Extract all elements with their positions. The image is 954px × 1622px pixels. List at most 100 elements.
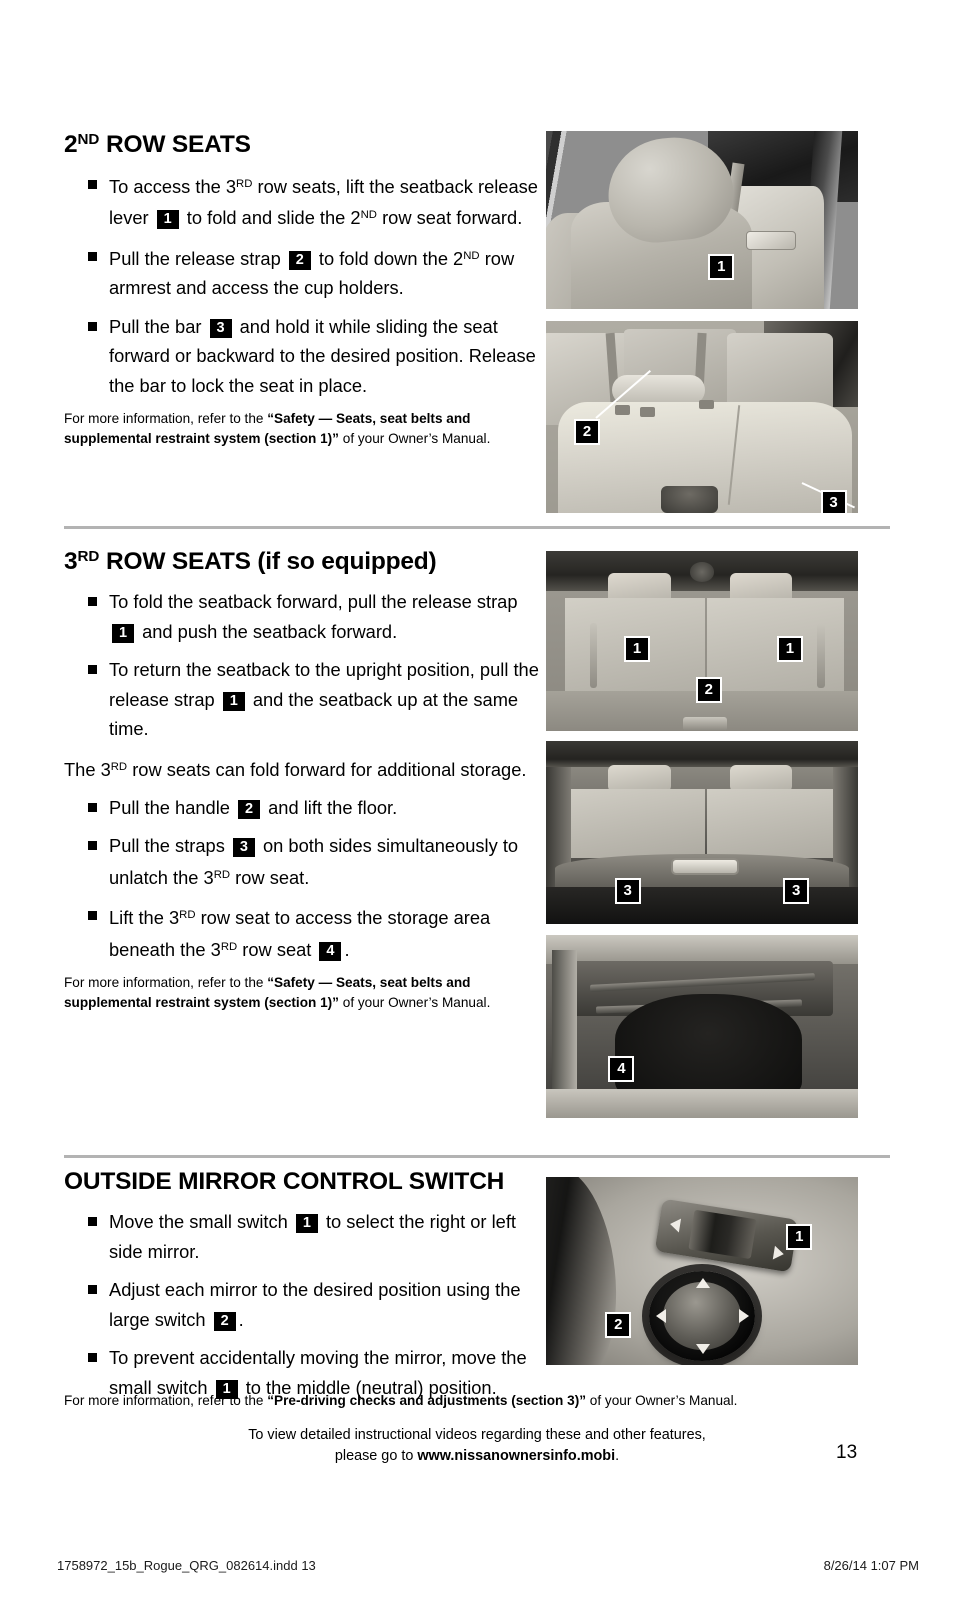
photo-3rd-row-seats: 1 1 2 [546, 551, 858, 731]
callout-chip-2: 2 [213, 1311, 236, 1331]
rear-window-area [546, 741, 858, 767]
callout-1-right: 1 [776, 635, 803, 662]
video-note-prefix: please go to [334, 1448, 418, 1464]
print-timestamp: 8/26/14 1:07 PM [823, 1558, 919, 1573]
bullet-text: To return the seatback to the upright po… [109, 659, 539, 739]
note-tail: of your Owner’s Manual. [338, 430, 491, 446]
note-lead: For more information, refer to the [64, 1393, 268, 1408]
photo-2nd-row-seatback: 1 [546, 131, 858, 309]
bullet-text: Pull the handle 2 and lift the floor. [109, 796, 398, 819]
bullet-text: Pull the straps 3 on both sides simultan… [109, 835, 519, 888]
title-text: OUTSIDE MIRROR CONTROL SWITCH [64, 1168, 505, 1195]
title-ordinal: ND [77, 131, 100, 149]
photo-mirror-switch: 1 2 [546, 1177, 858, 1365]
bullet-text: Adjust each mirror to the desired positi… [109, 1279, 521, 1331]
floor-handle [670, 858, 740, 875]
bullet-square-icon [88, 597, 97, 606]
callout-3-left: 3 [614, 878, 641, 905]
list-item: Pull the release strap 2 to fold down th… [64, 242, 544, 303]
section-outside-mirror-control-switch: OUTSIDE MIRROR CONTROL SWITCH Move the s… [64, 1168, 554, 1411]
bullet-square-icon [88, 1285, 97, 1294]
bullet-text: Lift the 3RD row seat to access the stor… [109, 907, 491, 961]
latch-anchor-mid [639, 407, 656, 417]
title-prefix: 2 [64, 131, 78, 158]
note-bold-reference: “Pre-driving checks and adjustments (sec… [267, 1393, 587, 1408]
list-item: Move the small switch 1 to select the ri… [64, 1207, 554, 1266]
section-divider [64, 526, 890, 529]
latch-anchor-right [698, 399, 715, 410]
photo-cargo-floor-handle: 3 3 [546, 741, 858, 924]
release-strap-left [589, 623, 598, 688]
video-note-line-1: To view detailed instructional videos re… [248, 1427, 706, 1443]
bullet-square-icon [88, 251, 97, 261]
callout-chip-4: 4 [319, 941, 342, 961]
title-prefix: 3 [64, 548, 78, 575]
callout-chip-2: 2 [238, 799, 261, 819]
callout-3: 3 [820, 489, 847, 513]
note-tail: of your Owner’s Manual. [586, 1393, 738, 1408]
mirror-adjust-joystick [648, 1271, 756, 1362]
joystick-knob [662, 1281, 742, 1351]
bullet-square-icon [88, 1353, 97, 1362]
bullet-list-third-row-a: To fold the seatback forward, pull the r… [64, 587, 548, 744]
bullet-text: Move the small switch 1 to select the ri… [109, 1211, 516, 1262]
callout-chip-3: 3 [232, 838, 255, 858]
qrg-page: 2ND ROW SEATS To access the 3RD row seat… [0, 0, 954, 1622]
bullet-square-icon [88, 180, 97, 189]
selector-rocker [688, 1209, 758, 1260]
cup-holder-well [661, 486, 718, 513]
photo-underfloor-storage: 4 [546, 935, 858, 1118]
callout-chip-1: 1 [222, 691, 245, 711]
title-text: ROW SEATS [99, 131, 251, 158]
down-arrow-icon [695, 1344, 710, 1355]
seat-back-right [706, 788, 844, 859]
storage-well [546, 887, 858, 924]
left-right-selector-switch [655, 1198, 799, 1272]
list-item: Adjust each mirror to the desired positi… [64, 1275, 554, 1334]
right-arrow-icon [772, 1246, 785, 1262]
list-item: To return the seatback to the upright po… [64, 655, 548, 744]
list-item: Pull the bar 3 and hold it while sliding… [64, 312, 544, 401]
callout-chip-1: 1 [295, 1214, 318, 1233]
note-lead: For more information, refer to the [64, 411, 268, 427]
callout-chip-3: 3 [209, 318, 232, 338]
video-note: To view detailed instructional videos re… [0, 1425, 954, 1467]
page-title-outside-mirror: OUTSIDE MIRROR CONTROL SWITCH [64, 1168, 554, 1196]
section-second-row-seats: 2ND ROW SEATS To access the 3RD row seat… [64, 131, 544, 448]
callout-chip-1: 1 [112, 623, 134, 643]
bullet-square-icon [88, 321, 97, 331]
photo-2nd-row-bench: 2 3 [546, 321, 858, 513]
list-item: To fold the seatback forward, pull the r… [64, 587, 548, 646]
section-divider [64, 1155, 890, 1158]
title-ordinal: RD [77, 548, 100, 566]
video-note-suffix: . [615, 1448, 620, 1464]
note-tail: of your Owner’s Manual. [338, 994, 491, 1010]
bullet-text: To access the 3RD row seats, lift the se… [109, 175, 538, 230]
bullet-square-icon [88, 1217, 97, 1226]
list-item: Lift the 3RD row seat to access the stor… [64, 901, 548, 964]
floor-handle [683, 716, 727, 731]
title-text: ROW SEATS (if so equipped) [99, 548, 437, 575]
center-trim-detail [689, 561, 715, 582]
bullet-square-icon [88, 802, 97, 812]
up-arrow-icon [695, 1278, 710, 1289]
release-strap-right [817, 623, 826, 688]
callout-3-right: 3 [783, 878, 810, 905]
release-lever [745, 230, 796, 251]
bullet-text: Pull the bar 3 and hold it while sliding… [109, 315, 536, 396]
video-note-line-2: please go to www.nissanownersinfo.mobi. [0, 1446, 954, 1467]
bullet-square-icon [88, 841, 97, 851]
bullet-text: To fold the seatback forward, pull the r… [109, 591, 518, 643]
cargo-sill [546, 1088, 858, 1118]
callout-1-left: 1 [624, 635, 650, 662]
print-file-name: 1758972_15b_Rogue_QRG_082614.indd 13 [57, 1558, 316, 1573]
callout-2: 2 [605, 1312, 632, 1339]
bullet-list-third-row-b: Pull the handle 2 and lift the floor. Pu… [64, 793, 548, 964]
page-number: 13 [836, 1442, 858, 1463]
left-arrow-icon [669, 1216, 682, 1233]
list-item: Pull the straps 3 on both sides simultan… [64, 831, 548, 892]
bullet-list-mirror: Move the small switch 1 to select the ri… [64, 1207, 554, 1402]
bullet-list-second-row: To access the 3RD row seats, lift the se… [64, 170, 544, 400]
video-note-url[interactable]: www.nissanownersinfo.mobi [417, 1448, 615, 1464]
seat-back-left [564, 788, 706, 859]
